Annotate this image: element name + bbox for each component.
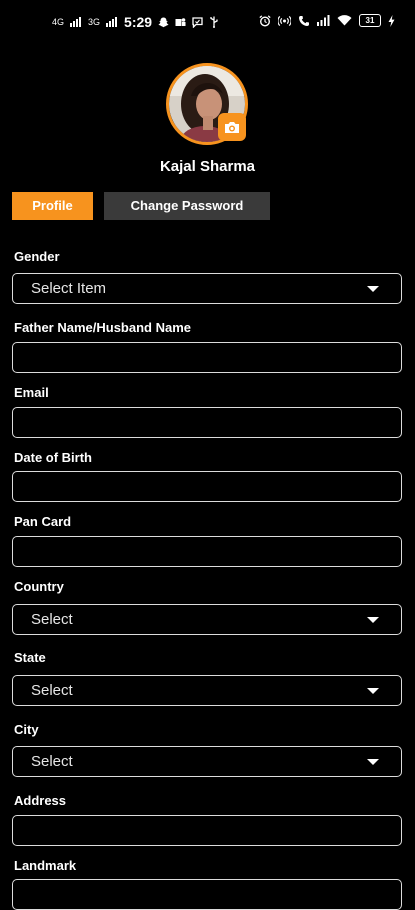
- father-name-label: Father Name/Husband Name: [14, 320, 191, 335]
- dob-label: Date of Birth: [14, 450, 92, 465]
- hotspot-icon: [278, 15, 291, 26]
- address-field[interactable]: [12, 815, 402, 846]
- signal-icon: [106, 17, 118, 27]
- status-bar: 4G 3G 5:29 31: [0, 0, 415, 46]
- dropdown-arrow-icon: [367, 759, 379, 765]
- tab-profile[interactable]: Profile: [12, 192, 93, 220]
- wifi-icon: [337, 15, 352, 26]
- city-label: City: [14, 722, 39, 737]
- network-3g-label: 3G: [88, 16, 101, 27]
- charging-icon: [388, 14, 395, 27]
- pan-card-label: Pan Card: [14, 514, 72, 529]
- teams-icon: [175, 17, 186, 26]
- city-select-value: Select: [31, 753, 73, 770]
- dropdown-arrow-icon: [367, 286, 379, 292]
- dropdown-arrow-icon: [367, 688, 379, 694]
- signal-icon: [70, 17, 82, 27]
- clock-time: 5:29: [124, 14, 153, 30]
- dropdown-arrow-icon: [367, 617, 379, 623]
- pan-card-field[interactable]: [12, 536, 402, 567]
- change-photo-button[interactable]: [218, 113, 246, 141]
- gender-select[interactable]: Select Item: [12, 273, 402, 304]
- usb-icon: [210, 16, 218, 28]
- country-select[interactable]: Select: [12, 604, 402, 635]
- message-icon: [192, 16, 203, 28]
- gender-label: Gender: [14, 249, 60, 264]
- signal-icon: [317, 15, 330, 26]
- email-label: Email: [14, 385, 49, 400]
- country-label: Country: [14, 579, 64, 594]
- tab-change-password[interactable]: Change Password: [104, 192, 270, 220]
- state-label: State: [14, 650, 46, 665]
- father-name-input[interactable]: [12, 342, 402, 373]
- email-field[interactable]: [12, 407, 402, 438]
- volte-call-icon: [299, 15, 309, 26]
- dob-field[interactable]: [12, 471, 402, 502]
- camera-icon: [225, 121, 239, 133]
- alarm-icon: [259, 14, 271, 27]
- address-label: Address: [14, 793, 67, 808]
- profile-avatar-container: [166, 63, 248, 145]
- landmark-label: Landmark: [14, 858, 77, 873]
- user-name: Kajal Sharma: [159, 158, 256, 175]
- gender-select-value: Select Item: [31, 280, 107, 297]
- network-4g-label: 4G: [52, 16, 65, 27]
- landmark-field[interactable]: [12, 879, 402, 910]
- city-select[interactable]: Select: [12, 746, 402, 777]
- battery-icon: 31: [359, 14, 381, 27]
- country-select-value: Select: [31, 611, 73, 628]
- snapchat-icon: [158, 17, 169, 27]
- state-select-value: Select: [31, 682, 73, 699]
- state-select[interactable]: Select: [12, 675, 402, 706]
